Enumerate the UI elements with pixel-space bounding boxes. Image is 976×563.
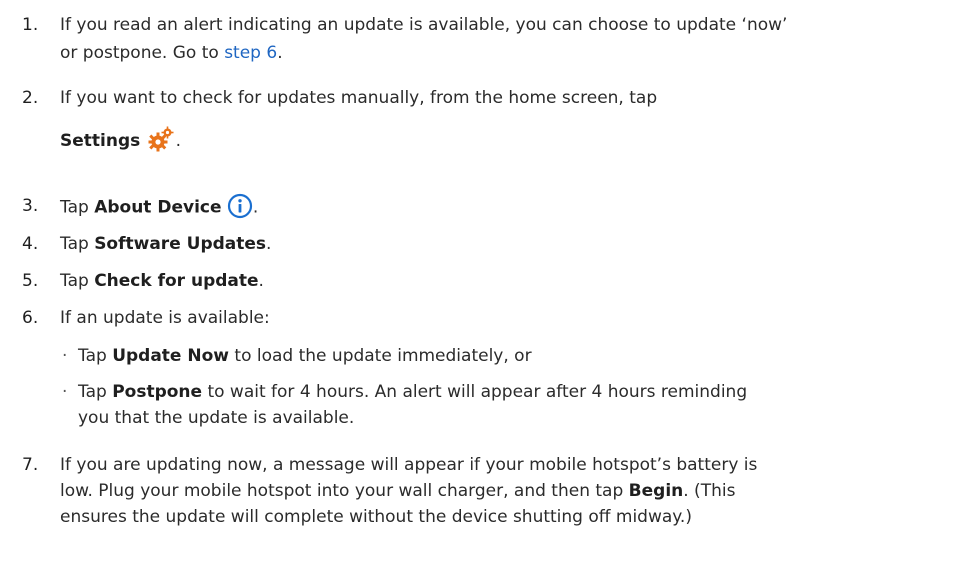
step-number: 6. bbox=[22, 308, 39, 328]
step-4: 4. Tap Software Updates. bbox=[0, 231, 976, 257]
step-text: to wait for 4 hours. An alert will appea… bbox=[202, 382, 748, 402]
document-page: 1. If you read an alert indicating an up… bbox=[0, 0, 976, 563]
update-now-label: Update Now bbox=[112, 346, 229, 366]
step-text: Tap bbox=[78, 346, 113, 366]
step-number: 3. bbox=[22, 196, 39, 216]
settings-label: Settings bbox=[60, 131, 141, 151]
step-text: Tap bbox=[60, 197, 95, 218]
step-text: . bbox=[252, 197, 259, 218]
bullet: · bbox=[62, 382, 68, 402]
step-text: low. Plug your mobile hotspot into your … bbox=[60, 481, 629, 501]
step-text-line: you that the update is available. bbox=[78, 408, 355, 428]
step-text: or postpone. Go to bbox=[60, 43, 225, 63]
step-text-line: low. Plug your mobile hotspot into your … bbox=[60, 478, 966, 504]
step-text: . bbox=[277, 43, 283, 63]
step-7: 7. If you are updating now, a message wi… bbox=[0, 452, 976, 530]
step-text: to load the update immediately, or bbox=[229, 346, 532, 366]
step-text-line: Tap Software Updates. bbox=[60, 231, 966, 257]
step-text-line: Tap About Device . bbox=[60, 193, 966, 222]
about-device-label: About Device bbox=[94, 197, 222, 218]
step-text: Tap bbox=[60, 234, 95, 254]
step-text-line: Tap Postpone to wait for 4 hours. An ale… bbox=[78, 379, 966, 405]
step-text-line: or postpone. Go to step 6. bbox=[60, 40, 966, 66]
step-text-line: Tap Update Now to load the update immedi… bbox=[78, 343, 966, 369]
step-text: Tap bbox=[60, 271, 95, 291]
step-text: . bbox=[175, 131, 182, 151]
step-2: 2. If you want to check for updates manu… bbox=[0, 85, 976, 157]
step-6: 6. If an update is available: · Tap Upda… bbox=[0, 305, 976, 431]
postpone-label: Postpone bbox=[112, 382, 203, 402]
step-text: . bbox=[266, 234, 272, 254]
step-number: 1. bbox=[22, 15, 39, 35]
step-text-line: If you are updating now, a message will … bbox=[60, 455, 758, 475]
step-text-line: Settings . bbox=[60, 125, 966, 157]
begin-label: Begin bbox=[628, 481, 684, 501]
step-number: 5. bbox=[22, 271, 39, 291]
step-text: . (This bbox=[683, 481, 736, 501]
software-updates-label: Software Updates bbox=[94, 234, 267, 254]
step-number: 7. bbox=[22, 455, 39, 475]
sub-list-item: · Tap Update Now to load the update imme… bbox=[60, 343, 966, 369]
step-text: Tap bbox=[78, 382, 113, 402]
step-text-line: ensures the update will complete without… bbox=[60, 507, 692, 527]
step-text-line: If you read an alert indicating an updat… bbox=[60, 15, 788, 35]
step-number: 4. bbox=[22, 234, 39, 254]
step-6-link[interactable]: step 6 bbox=[224, 43, 277, 63]
step-text: . bbox=[258, 271, 264, 291]
step-3: 3. Tap About Device . bbox=[0, 193, 976, 222]
step-text-line: If an update is available: bbox=[60, 308, 270, 328]
step-number: 2. bbox=[22, 88, 39, 108]
step-1: 1. If you read an alert indicating an up… bbox=[0, 12, 976, 66]
check-for-update-label: Check for update bbox=[94, 271, 259, 291]
step-text-line: If you want to check for updates manuall… bbox=[60, 88, 658, 108]
bullet: · bbox=[62, 346, 68, 366]
step-5: 5. Tap Check for update. bbox=[0, 268, 976, 294]
gear-icon bbox=[146, 125, 176, 157]
sub-list: · Tap Update Now to load the update imme… bbox=[60, 343, 966, 431]
step-text-line: Tap Check for update. bbox=[60, 268, 966, 294]
sub-list-item: · Tap Postpone to wait for 4 hours. An a… bbox=[60, 379, 966, 431]
info-icon bbox=[227, 193, 253, 222]
